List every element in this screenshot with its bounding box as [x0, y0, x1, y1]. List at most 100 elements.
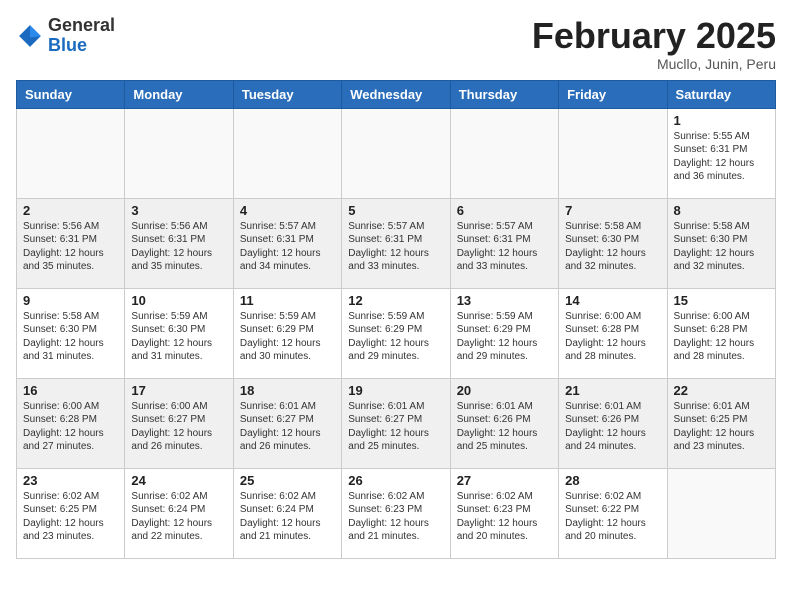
calendar-day-cell [125, 108, 233, 198]
day-number: 10 [131, 293, 226, 308]
day-info: Sunrise: 5:59 AM Sunset: 6:29 PM Dayligh… [457, 310, 552, 364]
day-number: 15 [674, 293, 769, 308]
month-title: February 2025 [532, 16, 776, 56]
day-info: Sunrise: 6:00 AM Sunset: 6:28 PM Dayligh… [674, 310, 769, 364]
calendar-day-cell [17, 108, 125, 198]
calendar-day-cell: 18 Sunrise: 6:01 AM Sunset: 6:27 PM Dayli… [233, 378, 341, 468]
day-number: 12 [348, 293, 443, 308]
calendar-day-cell: 27 Sunrise: 6:02 AM Sunset: 6:23 PM Dayli… [450, 468, 558, 558]
day-number: 2 [23, 203, 118, 218]
calendar-week-row: 2 Sunrise: 5:56 AM Sunset: 6:31 PM Daylig… [17, 198, 776, 288]
day-info: Sunrise: 5:58 AM Sunset: 6:30 PM Dayligh… [674, 220, 769, 274]
day-number: 5 [348, 203, 443, 218]
day-info: Sunrise: 6:02 AM Sunset: 6:22 PM Dayligh… [565, 490, 660, 544]
day-number: 23 [23, 473, 118, 488]
calendar-table: SundayMondayTuesdayWednesdayThursdayFrid… [16, 80, 776, 559]
day-info: Sunrise: 6:01 AM Sunset: 6:27 PM Dayligh… [348, 400, 443, 454]
calendar-day-cell [559, 108, 667, 198]
day-number: 8 [674, 203, 769, 218]
col-header-thursday: Thursday [450, 80, 558, 108]
calendar-day-cell: 10 Sunrise: 5:59 AM Sunset: 6:30 PM Dayli… [125, 288, 233, 378]
calendar-day-cell: 15 Sunrise: 6:00 AM Sunset: 6:28 PM Dayli… [667, 288, 775, 378]
day-info: Sunrise: 5:57 AM Sunset: 6:31 PM Dayligh… [240, 220, 335, 274]
day-info: Sunrise: 5:56 AM Sunset: 6:31 PM Dayligh… [23, 220, 118, 274]
calendar-day-cell: 2 Sunrise: 5:56 AM Sunset: 6:31 PM Daylig… [17, 198, 125, 288]
day-info: Sunrise: 6:00 AM Sunset: 6:27 PM Dayligh… [131, 400, 226, 454]
day-info: Sunrise: 6:02 AM Sunset: 6:25 PM Dayligh… [23, 490, 118, 544]
calendar-day-cell: 16 Sunrise: 6:00 AM Sunset: 6:28 PM Dayli… [17, 378, 125, 468]
day-info: Sunrise: 5:59 AM Sunset: 6:29 PM Dayligh… [240, 310, 335, 364]
col-header-monday: Monday [125, 80, 233, 108]
day-number: 24 [131, 473, 226, 488]
calendar-day-cell: 17 Sunrise: 6:00 AM Sunset: 6:27 PM Dayli… [125, 378, 233, 468]
day-info: Sunrise: 5:55 AM Sunset: 6:31 PM Dayligh… [674, 130, 769, 184]
calendar-day-cell: 8 Sunrise: 5:58 AM Sunset: 6:30 PM Daylig… [667, 198, 775, 288]
day-number: 16 [23, 383, 118, 398]
col-header-tuesday: Tuesday [233, 80, 341, 108]
day-number: 17 [131, 383, 226, 398]
day-number: 27 [457, 473, 552, 488]
calendar-day-cell: 7 Sunrise: 5:58 AM Sunset: 6:30 PM Daylig… [559, 198, 667, 288]
day-info: Sunrise: 5:58 AM Sunset: 6:30 PM Dayligh… [565, 220, 660, 274]
col-header-wednesday: Wednesday [342, 80, 450, 108]
calendar-day-cell: 3Sunrise: 5:56 AM Sunset: 6:31 PM Daylig… [125, 198, 233, 288]
calendar-day-cell: 14 Sunrise: 6:00 AM Sunset: 6:28 PM Dayli… [559, 288, 667, 378]
calendar-day-cell: 1 Sunrise: 5:55 AM Sunset: 6:31 PM Daylig… [667, 108, 775, 198]
logo-icon [16, 22, 44, 50]
calendar-day-cell [450, 108, 558, 198]
day-info: Sunrise: 5:57 AM Sunset: 6:31 PM Dayligh… [348, 220, 443, 274]
calendar-day-cell: 23 Sunrise: 6:02 AM Sunset: 6:25 PM Dayli… [17, 468, 125, 558]
col-header-friday: Friday [559, 80, 667, 108]
day-number: 6 [457, 203, 552, 218]
day-number: 4 [240, 203, 335, 218]
calendar-week-row: 23 Sunrise: 6:02 AM Sunset: 6:25 PM Dayli… [17, 468, 776, 558]
day-info: Sunrise: 5:59 AM Sunset: 6:30 PM Dayligh… [131, 310, 226, 364]
calendar-header-row: SundayMondayTuesdayWednesdayThursdayFrid… [17, 80, 776, 108]
day-number: 19 [348, 383, 443, 398]
logo: General Blue [16, 16, 115, 56]
day-info: Sunrise: 5:59 AM Sunset: 6:29 PM Dayligh… [348, 310, 443, 364]
calendar-day-cell: 5 Sunrise: 5:57 AM Sunset: 6:31 PM Daylig… [342, 198, 450, 288]
logo-general: General [48, 15, 115, 35]
col-header-sunday: Sunday [17, 80, 125, 108]
calendar-week-row: 9Sunrise: 5:58 AM Sunset: 6:30 PM Daylig… [17, 288, 776, 378]
calendar-day-cell: 11 Sunrise: 5:59 AM Sunset: 6:29 PM Dayli… [233, 288, 341, 378]
day-info: Sunrise: 6:01 AM Sunset: 6:27 PM Dayligh… [240, 400, 335, 454]
calendar-week-row: 16 Sunrise: 6:00 AM Sunset: 6:28 PM Dayli… [17, 378, 776, 468]
day-number: 9 [23, 293, 118, 308]
calendar-day-cell: 12 Sunrise: 5:59 AM Sunset: 6:29 PM Dayli… [342, 288, 450, 378]
calendar-day-cell: 4 Sunrise: 5:57 AM Sunset: 6:31 PM Daylig… [233, 198, 341, 288]
calendar-day-cell: 21Sunrise: 6:01 AM Sunset: 6:26 PM Dayli… [559, 378, 667, 468]
day-info: Sunrise: 6:01 AM Sunset: 6:26 PM Dayligh… [457, 400, 552, 454]
calendar-day-cell: 26Sunrise: 6:02 AM Sunset: 6:23 PM Dayli… [342, 468, 450, 558]
calendar-day-cell: 28 Sunrise: 6:02 AM Sunset: 6:22 PM Dayli… [559, 468, 667, 558]
logo-blue: Blue [48, 35, 87, 55]
calendar-day-cell: 19 Sunrise: 6:01 AM Sunset: 6:27 PM Dayli… [342, 378, 450, 468]
day-info: Sunrise: 5:57 AM Sunset: 6:31 PM Dayligh… [457, 220, 552, 274]
calendar-day-cell: 22Sunrise: 6:01 AM Sunset: 6:25 PM Dayli… [667, 378, 775, 468]
day-info: Sunrise: 6:00 AM Sunset: 6:28 PM Dayligh… [565, 310, 660, 364]
day-number: 26 [348, 473, 443, 488]
page-header: General Blue February 2025 Mucllo, Junin… [16, 16, 776, 72]
calendar-day-cell [667, 468, 775, 558]
col-header-saturday: Saturday [667, 80, 775, 108]
day-number: 11 [240, 293, 335, 308]
day-number: 28 [565, 473, 660, 488]
day-number: 3 [131, 203, 226, 218]
day-number: 13 [457, 293, 552, 308]
day-number: 14 [565, 293, 660, 308]
day-info: Sunrise: 6:02 AM Sunset: 6:23 PM Dayligh… [457, 490, 552, 544]
calendar-day-cell [233, 108, 341, 198]
logo-text: General Blue [48, 16, 115, 56]
day-info: Sunrise: 6:01 AM Sunset: 6:26 PM Dayligh… [565, 400, 660, 454]
calendar-day-cell [342, 108, 450, 198]
title-block: February 2025 Mucllo, Junin, Peru [532, 16, 776, 72]
calendar-day-cell: 24Sunrise: 6:02 AM Sunset: 6:24 PM Dayli… [125, 468, 233, 558]
day-number: 7 [565, 203, 660, 218]
day-number: 1 [674, 113, 769, 128]
calendar-week-row: 1 Sunrise: 5:55 AM Sunset: 6:31 PM Daylig… [17, 108, 776, 198]
day-number: 18 [240, 383, 335, 398]
location-subtitle: Mucllo, Junin, Peru [532, 56, 776, 72]
day-info: Sunrise: 6:00 AM Sunset: 6:28 PM Dayligh… [23, 400, 118, 454]
calendar-day-cell: 9Sunrise: 5:58 AM Sunset: 6:30 PM Daylig… [17, 288, 125, 378]
